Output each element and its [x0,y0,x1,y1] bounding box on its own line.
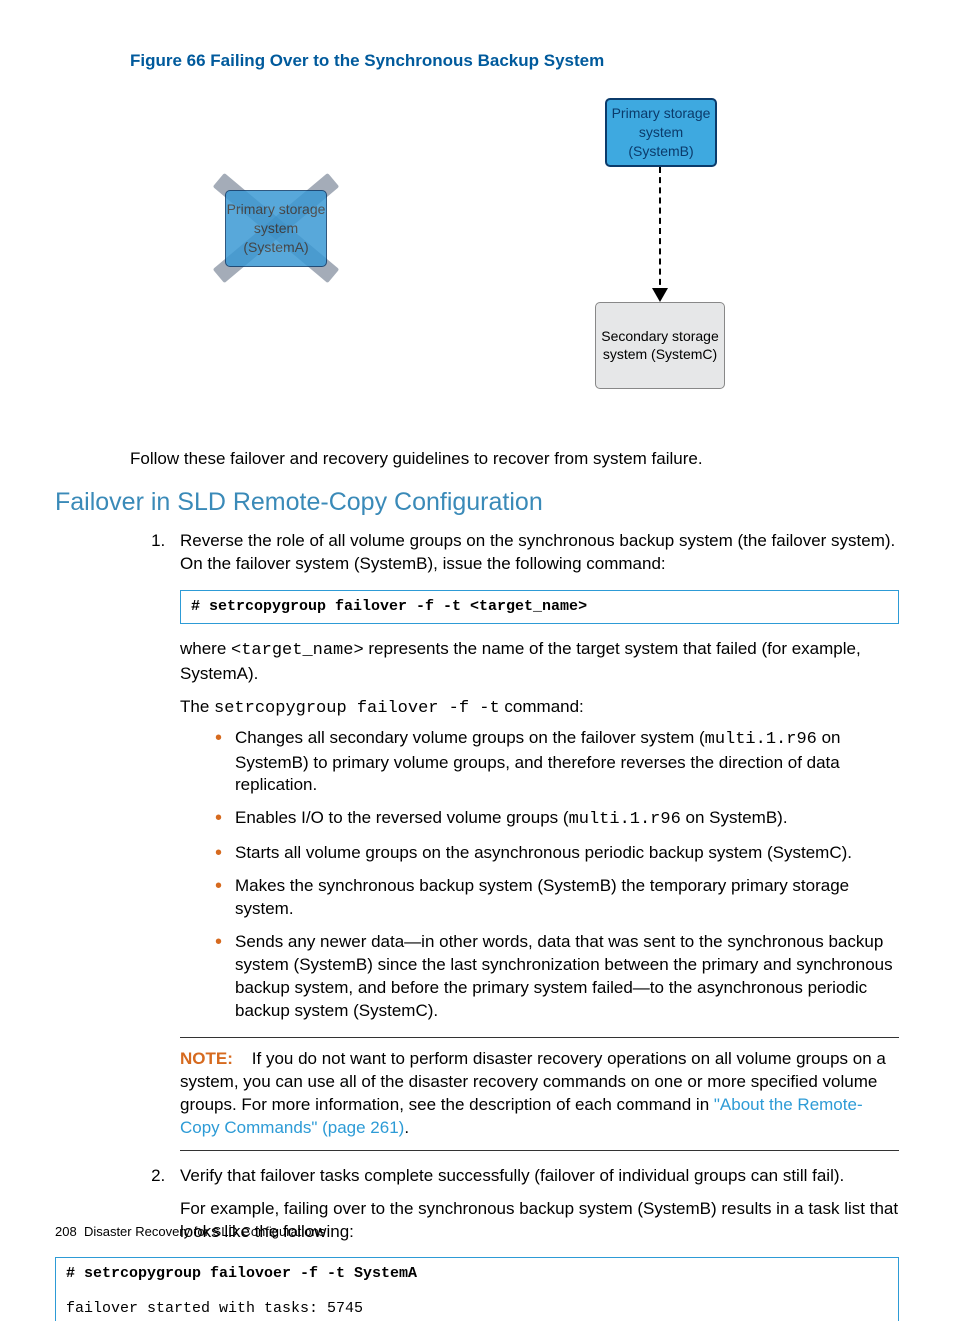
page-number: 208 [55,1224,77,1239]
system-c-box: Secondary storage system (SystemC) [595,302,725,389]
system-b-label: Primary storage system (SystemB) [607,104,715,161]
note-block: NOTE: If you do not want to perform disa… [180,1037,899,1151]
bullet-item: Changes all secondary volume groups on t… [215,727,899,798]
text: on SystemB). [681,808,788,827]
bullet-item: Makes the synchronous backup system (Sys… [215,875,899,921]
system-c-label: Secondary storage system (SystemC) [596,327,724,365]
system-a-label: Primary storage system (SystemA) [226,200,326,257]
code-line: # setrcopygroup failovoer -f -t SystemA [66,1264,888,1284]
code-inline: multi.1.r96 [705,730,817,749]
text: The [180,697,214,716]
diagram: Primary storage system (SystemA) Primary… [55,98,899,428]
system-a-box-wrap: Primary storage system (SystemA) [225,190,327,267]
code-box-1: # setrcopygroup failover -f -t <target_n… [180,590,899,624]
step-1: Reverse the role of all volume groups on… [170,530,899,1151]
code-inline: multi.1.r96 [569,810,681,829]
page-footer: 208 Disaster Recovery for SLD Configurat… [55,1223,325,1241]
where-line: where <target_name> represents the name … [180,638,899,686]
arrow-head-icon [652,288,668,302]
step-2-line1: Verify that failover tasks complete succ… [180,1165,899,1188]
bullet-item: Starts all volume groups on the asynchro… [215,842,899,865]
bullet-list: Changes all secondary volume groups on t… [180,727,899,1023]
text: Enables I/O to the reversed volume group… [235,808,569,827]
system-a-box: Primary storage system (SystemA) [225,190,327,267]
text: Changes all secondary volume groups on t… [235,728,705,747]
footer-title: Disaster Recovery for SLD Configurations [84,1224,325,1239]
command-intro: The setrcopygroup failover -f -t command… [180,696,899,721]
code-inline: <target_name> [231,641,364,660]
code-box-2: # setrcopygroup failovoer -f -t SystemA … [55,1257,899,1321]
note-label: NOTE: [180,1049,233,1068]
dashed-arrow-line [659,167,661,295]
figure-caption: Figure 66 Failing Over to the Synchronou… [130,50,899,73]
text: where [180,639,231,658]
bullet-item: Enables I/O to the reversed volume group… [215,807,899,832]
bullet-item: Sends any newer data—in other words, dat… [215,931,899,1023]
intro-text: Follow these failover and recovery guide… [130,448,899,471]
system-b-box: Primary storage system (SystemB) [605,98,717,167]
section-heading: Failover in SLD Remote-Copy Configuratio… [55,486,899,520]
text: command: [500,697,584,716]
code-inline: setrcopygroup failover -f -t [214,699,500,718]
step-1-text: Reverse the role of all volume groups on… [180,530,899,576]
text: . [404,1118,409,1137]
code-line: failover started with tasks: 5745 [66,1299,888,1319]
